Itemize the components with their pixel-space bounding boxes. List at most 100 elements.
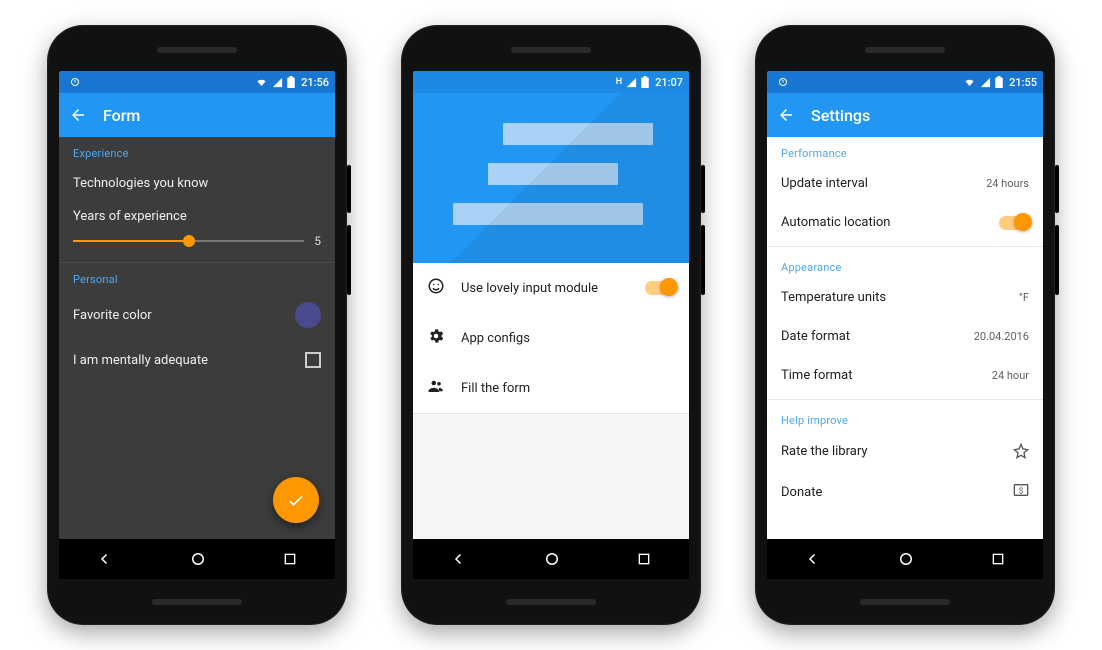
- nav-recent-icon[interactable]: [990, 551, 1006, 567]
- lovely-switch[interactable]: [645, 281, 675, 295]
- section-experience: Experience: [59, 137, 335, 164]
- row-donate[interactable]: Donate $: [767, 471, 1043, 513]
- status-bar: 21:56: [59, 71, 335, 93]
- configs-label: App configs: [461, 331, 675, 346]
- status-time: 21:07: [655, 76, 683, 89]
- device-frame-2: H 21:07 Use lovely input module: [401, 25, 701, 625]
- nav-recent-icon[interactable]: [636, 551, 652, 567]
- options-list: Use lovely input module App configs Fill…: [413, 263, 689, 414]
- lovely-label: Use lovely input module: [461, 281, 629, 296]
- signal-icon: [980, 77, 991, 88]
- time-value: 24 hour: [992, 369, 1029, 382]
- nav-bar: [767, 539, 1043, 579]
- row-mentally-adequate[interactable]: I am mentally adequate: [59, 340, 335, 380]
- app-bar: Form: [59, 93, 335, 137]
- nav-home-icon[interactable]: [897, 550, 915, 568]
- dollar-icon: $: [1013, 483, 1029, 501]
- temp-label: Temperature units: [781, 290, 1019, 305]
- main-content: Use lovely input module App configs Fill…: [413, 93, 689, 539]
- svg-text:$: $: [1019, 486, 1024, 495]
- battery-icon: [641, 76, 649, 88]
- date-label: Date format: [781, 329, 974, 344]
- device-frame-1: 21:56 Form Experience Technologies you k…: [47, 25, 347, 625]
- back-button[interactable]: [69, 106, 87, 124]
- section-help: Help improve: [767, 404, 1043, 431]
- form-content: Experience Technologies you know Years o…: [59, 137, 335, 539]
- status-time: 21:56: [301, 76, 329, 89]
- update-value: 24 hours: [986, 177, 1029, 190]
- years-slider[interactable]: [73, 240, 304, 242]
- battery-icon: [995, 76, 1003, 88]
- divider: [767, 246, 1043, 247]
- section-performance: Performance: [767, 137, 1043, 164]
- row-rate-library[interactable]: Rate the library: [767, 431, 1043, 471]
- app-title: Form: [103, 106, 140, 125]
- color-swatch[interactable]: [295, 302, 321, 328]
- alarm-icon: [777, 76, 789, 88]
- row-auto-location[interactable]: Automatic location: [767, 203, 1043, 242]
- smile-icon: [427, 277, 445, 299]
- battery-icon: [287, 76, 295, 88]
- wifi-icon: [963, 77, 976, 88]
- back-button[interactable]: [777, 106, 795, 124]
- settings-content: Performance Update interval 24 hours Aut…: [767, 137, 1043, 539]
- row-date-format[interactable]: Date format 20.04.2016: [767, 317, 1043, 356]
- people-icon: [427, 377, 445, 399]
- device-power-button: [701, 165, 705, 213]
- section-personal: Personal: [59, 263, 335, 290]
- nav-back-icon[interactable]: [96, 550, 114, 568]
- row-fill-form[interactable]: Fill the form: [413, 363, 689, 413]
- years-value: 5: [314, 234, 321, 248]
- autoloc-switch[interactable]: [999, 216, 1029, 230]
- status-bar: H 21:07: [413, 71, 689, 93]
- app-title: Settings: [811, 106, 870, 125]
- update-label: Update interval: [781, 176, 986, 191]
- row-time-format[interactable]: Time format 24 hour: [767, 356, 1043, 395]
- fab-confirm[interactable]: [273, 477, 319, 523]
- temp-value: °F: [1019, 291, 1029, 304]
- section-appearance: Appearance: [767, 251, 1043, 278]
- app-bar: Settings: [767, 93, 1043, 137]
- nav-recent-icon[interactable]: [282, 551, 298, 567]
- star-icon: [1013, 443, 1029, 459]
- hero-bar-3: [453, 203, 643, 225]
- nav-bar: [413, 539, 689, 579]
- signal-icon: [272, 77, 283, 88]
- row-app-configs[interactable]: App configs: [413, 313, 689, 363]
- nav-bar: [59, 539, 335, 579]
- device-power-button: [347, 165, 351, 213]
- mentally-label: I am mentally adequate: [73, 353, 305, 368]
- row-update-interval[interactable]: Update interval 24 hours: [767, 164, 1043, 203]
- divider: [767, 399, 1043, 400]
- nav-back-icon[interactable]: [450, 550, 468, 568]
- checkbox-unchecked-icon[interactable]: [305, 352, 321, 368]
- device-volume-button: [1055, 225, 1059, 295]
- row-favorite-color[interactable]: Favorite color: [59, 290, 335, 340]
- check-icon: [286, 490, 306, 510]
- signal-icon: [626, 77, 637, 88]
- device-volume-button: [701, 225, 705, 295]
- wifi-icon: [255, 77, 268, 88]
- date-value: 20.04.2016: [974, 330, 1029, 343]
- device-power-button: [1055, 165, 1059, 213]
- fill-label: Fill the form: [461, 381, 675, 396]
- gear-icon: [427, 327, 445, 349]
- row-temperature-units[interactable]: Temperature units °F: [767, 278, 1043, 317]
- row-technologies[interactable]: Technologies you know: [59, 164, 335, 203]
- nav-back-icon[interactable]: [804, 550, 822, 568]
- hero-bar-1: [503, 123, 653, 145]
- autoloc-label: Automatic location: [781, 215, 999, 230]
- donate-label: Donate: [781, 485, 1013, 500]
- status-time: 21:55: [1009, 76, 1037, 89]
- device-frame-3: 21:55 Settings Performance Update interv…: [755, 25, 1055, 625]
- nav-home-icon[interactable]: [189, 550, 207, 568]
- rate-label: Rate the library: [781, 444, 1013, 459]
- nav-home-icon[interactable]: [543, 550, 561, 568]
- row-years[interactable]: Years of experience 5: [59, 203, 335, 263]
- hero-bar-2: [488, 163, 618, 185]
- network-type-icon: H: [616, 77, 622, 87]
- years-label: Years of experience: [73, 209, 321, 224]
- row-lovely-module[interactable]: Use lovely input module: [413, 263, 689, 313]
- favcolor-label: Favorite color: [73, 308, 295, 323]
- device-volume-button: [347, 225, 351, 295]
